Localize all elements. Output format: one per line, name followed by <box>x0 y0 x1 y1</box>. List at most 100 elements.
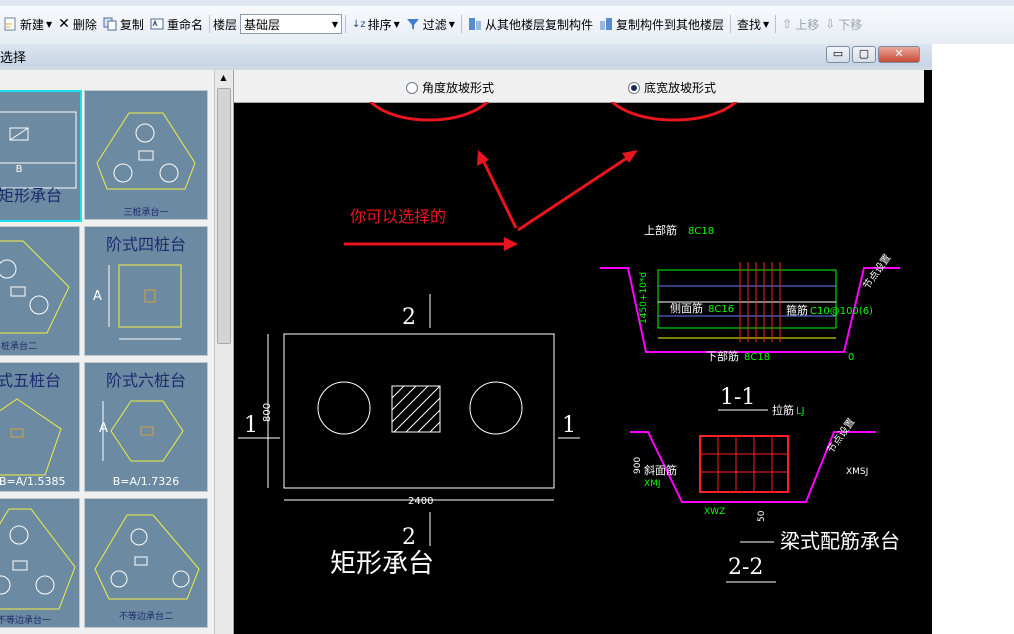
toolbar-row: 新建 ▼ ✕ 删除 复制 重命名 楼层 基础层 ▼ ↓z 排序 ▼ 过滤 ▼ 从… <box>0 12 865 36</box>
thumb-step-five-pile[interactable]: 式五桩台 B=A/1.5385 <box>0 362 80 492</box>
arrow-head <box>504 237 518 251</box>
thumb-step-four-pile[interactable]: 阶式四桩台 A <box>84 226 208 356</box>
cad-preview-canvas: 你可以选择的 2 2 1 1 800 2400 矩形承台 上部筋 8C18 侧面… <box>238 102 900 583</box>
dim-2400: 2400 <box>408 496 433 507</box>
step-six-a-label: A <box>99 421 108 436</box>
type-thumbnail-panel: B 矩形承台 三桩承台一 桩承台二 阶式四桩台 A 式五桩台 B=A/1.538… <box>0 70 234 634</box>
find-button[interactable]: 查找 ▼ <box>734 13 772 35</box>
dim-800: 800 <box>262 403 273 422</box>
angle-slope-label: 角度放坡形式 <box>422 81 495 95</box>
rename-button[interactable]: 重命名 <box>147 13 206 35</box>
stirrup-label: 箍筋 <box>786 303 808 317</box>
background-area <box>932 44 1014 634</box>
scroll-thumb[interactable] <box>217 88 231 344</box>
angle-option-highlight <box>368 102 490 122</box>
copy-to-floor-icon <box>599 17 613 31</box>
floor-value: 基础层 <box>243 17 280 32</box>
chevron-down-icon: ▼ <box>46 19 53 29</box>
new-button[interactable]: 新建 ▼ <box>0 13 55 35</box>
chevron-down-icon: ▼ <box>393 19 400 29</box>
vertical-dim: 1450+10*d <box>639 272 649 324</box>
scroll-up-arrow[interactable]: ▲ <box>215 70 232 86</box>
move-down-label: 下移 <box>838 17 863 32</box>
arrow-up-icon: ⇧ <box>782 17 793 31</box>
copy-to-other-label: 复制构件到其他楼层 <box>615 17 724 32</box>
three-pile-two-drawing <box>0 240 70 334</box>
toolbar-separator <box>460 15 462 33</box>
sort-button[interactable]: ↓z 排序 ▼ <box>349 13 403 35</box>
radio-dot-selected <box>628 81 640 94</box>
filter-icon <box>406 17 420 31</box>
three-pile-drawing <box>96 112 196 190</box>
dialog-titlebar[interactable]: 选择 ▭ ▢ ✕ <box>0 44 932 66</box>
slope-note-1: 节点设置 <box>861 252 894 292</box>
step-five-drawing <box>0 398 62 476</box>
sort-label: 排序 <box>367 17 392 32</box>
step-five-formula: B=A/1.5385 <box>0 475 66 488</box>
move-down-button[interactable]: ⇩ 下移 <box>822 13 865 35</box>
new-icon <box>3 17 17 31</box>
close-icon: ✕ <box>894 47 904 60</box>
tie-bar-label: 拉筋 <box>772 403 794 417</box>
filter-button[interactable]: 过滤 ▼ <box>403 13 458 35</box>
section-1-right: 1 <box>562 413 576 438</box>
bottom-bar-spec: 8C18 <box>744 352 770 363</box>
select-dialog: 选择 ▭ ▢ ✕ B 矩形承台 三桩承台一 桩承台二 阶式四桩台 A 式五桩台 … <box>0 44 933 634</box>
toolbar-top-strip <box>0 0 1014 6</box>
radio-dot <box>406 81 418 94</box>
copy-button[interactable]: 复制 <box>100 13 147 35</box>
irregular-one-caption: 不等边承台一 <box>0 616 52 626</box>
thumb-step-six-pile[interactable]: 阶式六桩台 A B=A/1.7326 <box>84 362 208 492</box>
floor-select[interactable]: 基础层 ▼ <box>239 14 342 34</box>
minimize-icon: ▭ <box>832 47 844 60</box>
annotation-text: 你可以选择的 <box>350 207 446 226</box>
copy-from-other-label: 从其他楼层复制构件 <box>484 17 593 32</box>
width-option-highlight <box>610 102 738 122</box>
top-bar-spec: 8C18 <box>688 226 714 237</box>
chevron-down-icon: ▼ <box>331 19 338 29</box>
irregular-two-caption: 不等边承台二 <box>118 612 173 622</box>
section-1-left: 1 <box>244 413 258 438</box>
three-pile-two-caption: 桩承台二 <box>1 342 38 352</box>
section-2-bottom: 2 <box>402 525 416 550</box>
xwz-label: XWZ <box>704 507 725 517</box>
toolbar-separator <box>344 15 346 33</box>
move-up-label: 上移 <box>795 17 820 32</box>
thumb-rect-cap[interactable]: B 矩形承台 <box>0 90 82 222</box>
maximize-icon: ▢ <box>858 47 870 60</box>
width-slope-label: 底宽放坡形式 <box>644 81 717 95</box>
maximize-button[interactable]: ▢ <box>852 46 876 63</box>
rect-caption: 矩形承台 <box>0 186 63 205</box>
toolbar-separator <box>729 15 731 33</box>
top-bar-label: 上部筋 <box>644 223 677 237</box>
thumb-three-pile-one[interactable]: 三桩承台一 <box>84 90 208 220</box>
copy-from-other-floor-button[interactable]: 从其他楼层复制构件 <box>465 13 596 35</box>
thumb-irregular-one[interactable]: 不等边承台一 <box>0 498 80 628</box>
chevron-down-icon: ▼ <box>763 19 770 29</box>
dialog-title: 选择 <box>0 51 27 66</box>
section-2-top: 2 <box>402 305 416 330</box>
rect-b-label: B <box>15 164 23 175</box>
move-up-button[interactable]: ⇧ 上移 <box>779 13 822 35</box>
delete-label: 删除 <box>72 17 97 32</box>
close-button[interactable]: ✕ <box>878 46 920 63</box>
minimize-button[interactable]: ▭ <box>826 46 850 63</box>
sort-icon: ↓z <box>351 18 366 30</box>
dim-0: 0 <box>848 352 854 363</box>
width-slope-radio[interactable]: 底宽放坡形式 <box>628 79 716 96</box>
thumbnail-scrollbar[interactable]: ▲ <box>214 70 232 634</box>
stirrup-spec: C10@100(6) <box>810 306 873 317</box>
arrow-down-icon: ⇩ <box>825 17 836 31</box>
thumb-irregular-two[interactable]: 不等边承台二 <box>84 498 208 628</box>
plan-title: 矩形承台 <box>330 549 434 579</box>
angle-slope-radio[interactable]: 角度放坡形式 <box>406 79 494 96</box>
section22-cage <box>699 435 789 493</box>
rename-icon <box>150 17 164 31</box>
copy-to-other-floor-button[interactable]: 复制构件到其他楼层 <box>596 13 727 35</box>
slope-option-bar: 角度放坡形式 底宽放坡形式 <box>234 70 924 103</box>
main-toolbar: 新建 ▼ ✕ 删除 复制 重命名 楼层 基础层 ▼ ↓z 排序 ▼ 过滤 ▼ 从… <box>0 0 1014 45</box>
dim-900: 900 <box>633 457 643 474</box>
delete-button[interactable]: ✕ 删除 <box>55 13 100 35</box>
arrow-head-angle <box>477 150 489 166</box>
thumb-three-pile-two[interactable]: 桩承台二 <box>0 226 80 356</box>
